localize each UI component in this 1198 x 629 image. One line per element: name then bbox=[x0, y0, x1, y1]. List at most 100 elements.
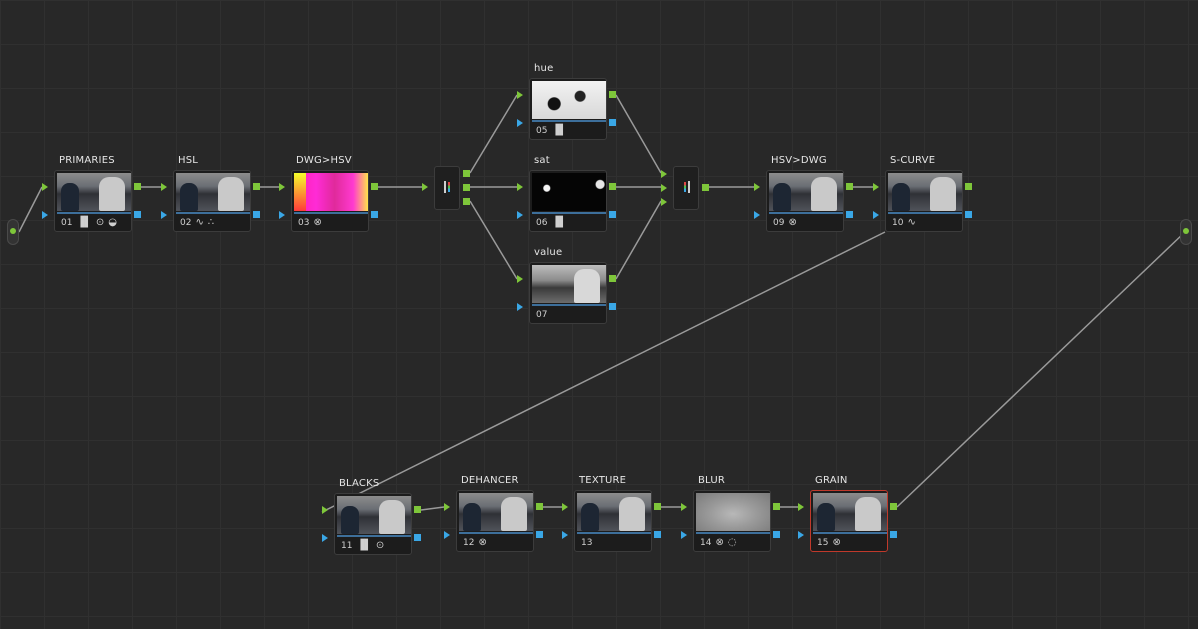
rgb-input-port[interactable] bbox=[444, 503, 450, 511]
combiner-input-port[interactable] bbox=[661, 170, 667, 178]
key-input-port[interactable] bbox=[161, 211, 167, 219]
key-output-port[interactable] bbox=[773, 531, 780, 538]
node-13[interactable]: TEXTURE 13 bbox=[574, 475, 652, 552]
key-output-port[interactable] bbox=[965, 211, 972, 218]
splitter-input-port[interactable] bbox=[422, 183, 428, 191]
key-output-port[interactable] bbox=[654, 531, 661, 538]
key-input-port[interactable] bbox=[562, 531, 568, 539]
key-output-port[interactable] bbox=[536, 531, 543, 538]
node-info: 09 ⊗ bbox=[773, 217, 797, 229]
key-input-port[interactable] bbox=[798, 531, 804, 539]
key-output-port[interactable] bbox=[609, 119, 616, 126]
output-terminal[interactable] bbox=[1180, 219, 1192, 245]
combiner-output-port[interactable] bbox=[702, 184, 709, 191]
node-number: 05 bbox=[536, 126, 548, 136]
key-output-port[interactable] bbox=[609, 303, 616, 310]
rgb-output-port[interactable] bbox=[654, 503, 661, 510]
curve-icon: ∿ bbox=[195, 217, 204, 228]
key-input-port[interactable] bbox=[517, 119, 523, 127]
node-thumbnail bbox=[888, 173, 962, 211]
splitter-icon bbox=[444, 181, 446, 193]
source-input-terminal[interactable] bbox=[7, 219, 19, 245]
rgb-input-port[interactable] bbox=[681, 503, 687, 511]
node-number: 12 bbox=[463, 538, 475, 548]
rgb-input-port[interactable] bbox=[562, 503, 568, 511]
node-02[interactable]: HSL 02 ∿ ∴ bbox=[173, 155, 251, 232]
rgb-input-port[interactable] bbox=[517, 91, 523, 99]
rgb-output-port[interactable] bbox=[965, 183, 972, 190]
key-input-port[interactable] bbox=[517, 303, 523, 311]
key-output-port[interactable] bbox=[846, 211, 853, 218]
key-output-port[interactable] bbox=[371, 211, 378, 218]
node-09[interactable]: HSV>DWG 09 ⊗ bbox=[766, 155, 844, 232]
rgb-output-port[interactable] bbox=[414, 506, 421, 513]
rgb-output-port[interactable] bbox=[609, 91, 616, 98]
key-output-port[interactable] bbox=[414, 534, 421, 541]
rgb-input-port[interactable] bbox=[517, 275, 523, 283]
rgb-output-port[interactable] bbox=[609, 183, 616, 190]
rgb-input-port[interactable] bbox=[161, 183, 167, 191]
node-14[interactable]: BLUR 14 ⊗ ◌ bbox=[693, 475, 771, 552]
rgb-input-port[interactable] bbox=[322, 506, 328, 514]
key-input-port[interactable] bbox=[517, 211, 523, 219]
bars-icon: ▐▌ bbox=[551, 125, 567, 136]
rgb-output-port[interactable] bbox=[890, 503, 897, 510]
node-number: 07 bbox=[536, 310, 548, 320]
key-input-port[interactable] bbox=[681, 531, 687, 539]
node-thumbnail bbox=[337, 496, 411, 534]
node-07[interactable]: value 07 bbox=[529, 247, 607, 324]
key-input-port[interactable] bbox=[444, 531, 450, 539]
rgb-input-port[interactable] bbox=[279, 183, 285, 191]
combiner-input-port[interactable] bbox=[661, 184, 667, 192]
key-input-port[interactable] bbox=[42, 211, 48, 219]
rgb-output-port[interactable] bbox=[536, 503, 543, 510]
node-graph-canvas[interactable]: PRIMARIES 01 ▐▌ ⊙ ◒ HSL 02 ∿ ∴ DWG>HSV 03 ⊗ hue 05 ▐▌ s… bbox=[0, 0, 1198, 629]
node-info: 14 ⊗ ◌ bbox=[700, 537, 737, 549]
rgb-input-port[interactable] bbox=[798, 503, 804, 511]
splitter-node[interactable] bbox=[434, 166, 460, 210]
node-11[interactable]: BLACKS 11 ▐▌ ⊙ bbox=[334, 478, 412, 555]
combiner-node[interactable] bbox=[673, 166, 699, 210]
rgb-input-port[interactable] bbox=[42, 183, 48, 191]
node-key-bar bbox=[696, 532, 770, 534]
splitter-output-port[interactable] bbox=[463, 198, 470, 205]
node-key-bar bbox=[532, 304, 606, 306]
splitter-output-port[interactable] bbox=[463, 170, 470, 177]
key-input-port[interactable] bbox=[322, 534, 328, 542]
key-output-port[interactable] bbox=[253, 211, 260, 218]
node-10[interactable]: S-CURVE 10 ∿ bbox=[885, 155, 963, 232]
key-output-port[interactable] bbox=[134, 211, 141, 218]
node-15[interactable]: GRAIN 15 ⊗ bbox=[810, 475, 888, 552]
node-12[interactable]: DEHANCER 12 ⊗ bbox=[456, 475, 534, 552]
key-output-port[interactable] bbox=[890, 531, 897, 538]
node-label: GRAIN bbox=[815, 475, 848, 486]
rgb-output-port[interactable] bbox=[773, 503, 780, 510]
node-thumbnail bbox=[813, 493, 887, 531]
node-thumbnail bbox=[577, 493, 651, 531]
rgb-output-port[interactable] bbox=[371, 183, 378, 190]
node-info: 11 ▐▌ ⊙ bbox=[341, 540, 384, 552]
node-label: HSV>DWG bbox=[771, 155, 827, 166]
rgb-output-port[interactable] bbox=[253, 183, 260, 190]
rgb-input-port[interactable] bbox=[873, 183, 879, 191]
key-output-port[interactable] bbox=[609, 211, 616, 218]
rgb-output-port[interactable] bbox=[134, 183, 141, 190]
node-01[interactable]: PRIMARIES 01 ▐▌ ⊙ ◒ bbox=[54, 155, 132, 232]
rgb-output-port[interactable] bbox=[846, 183, 853, 190]
combiner-input-port[interactable] bbox=[661, 198, 667, 206]
key-input-port[interactable] bbox=[279, 211, 285, 219]
node-03[interactable]: DWG>HSV 03 ⊗ bbox=[291, 155, 369, 232]
rgb-input-port[interactable] bbox=[754, 183, 760, 191]
node-thumbnail bbox=[532, 81, 606, 119]
splitter-output-port[interactable] bbox=[463, 184, 470, 191]
rgb-input-port[interactable] bbox=[517, 183, 523, 191]
circle-dot-icon: ⊙ bbox=[95, 217, 105, 228]
node-number: 11 bbox=[341, 541, 353, 551]
fx-icon: ⊗ bbox=[832, 537, 841, 548]
rgb-output-port[interactable] bbox=[609, 275, 616, 282]
key-input-port[interactable] bbox=[873, 211, 879, 219]
node-05[interactable]: hue 05 ▐▌ bbox=[529, 63, 607, 140]
node-06[interactable]: sat 06 ▐▌ bbox=[529, 155, 607, 232]
key-input-port[interactable] bbox=[754, 211, 760, 219]
node-label: BLUR bbox=[698, 475, 726, 486]
